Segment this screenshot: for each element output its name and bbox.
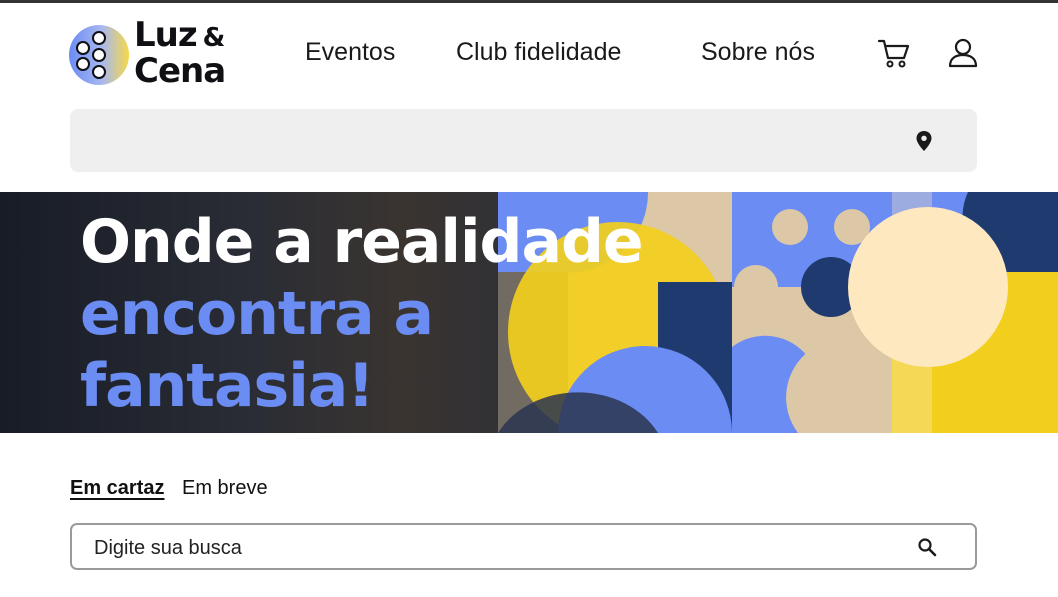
top-border <box>0 0 1058 3</box>
user-button[interactable] <box>946 36 980 70</box>
hero-line-1: Onde a realidade <box>80 207 644 277</box>
nav-item-sobre-nos[interactable]: Sobre nós <box>701 38 815 67</box>
nav-item-club-fidelidade[interactable]: Club fidelidade <box>456 38 621 67</box>
tab-em-breve[interactable]: Em breve <box>182 477 268 500</box>
search-box[interactable] <box>70 523 977 570</box>
logo-ampersand: & <box>202 23 226 53</box>
hero-banner: Onde a realidade encontra a fantasia! <box>0 192 1058 433</box>
nav-item-eventos[interactable]: Eventos <box>305 38 395 67</box>
search-icon[interactable] <box>917 537 937 557</box>
hero-line-2: encontra a <box>80 279 434 349</box>
logo-word-luz: Luz <box>134 15 198 55</box>
tab-em-cartaz[interactable]: Em cartaz <box>70 477 165 500</box>
cart-icon <box>877 39 910 68</box>
location-selector[interactable] <box>70 109 977 172</box>
logo[interactable]: Luz & Cena <box>68 18 258 91</box>
hero-line-3: fantasia! <box>80 351 375 421</box>
logo-film-reel-icon <box>69 25 129 85</box>
user-icon <box>948 38 978 68</box>
cart-button[interactable] <box>877 36 911 70</box>
logo-wordmark: Luz & Cena <box>134 18 226 91</box>
search-input[interactable] <box>92 533 896 563</box>
location-pin-icon <box>916 131 932 151</box>
hero-headline: Onde a realidade encontra a fantasia! <box>80 206 644 422</box>
logo-word-cena: Cena <box>134 51 226 91</box>
